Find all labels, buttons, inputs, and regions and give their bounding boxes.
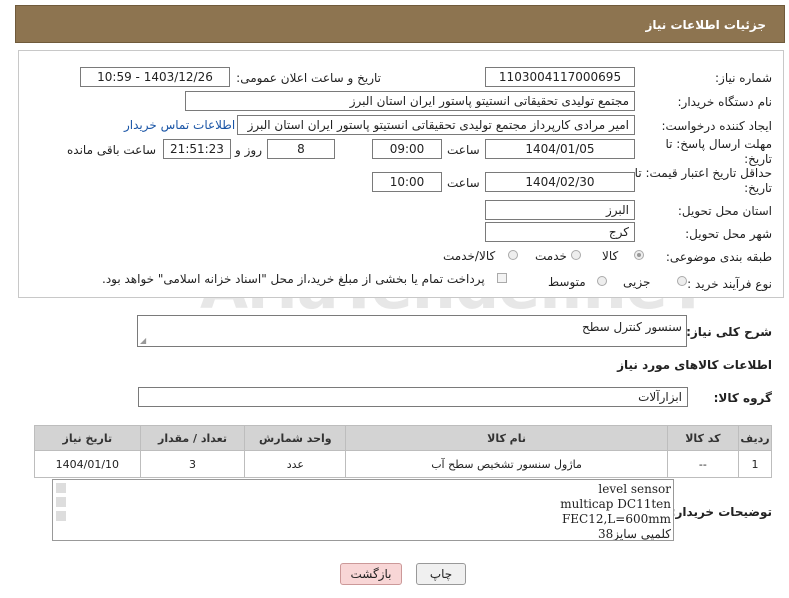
buyer-notes-line: FEC12,L=600mm xyxy=(561,512,671,526)
deadline-time-label: ساعت xyxy=(447,143,480,157)
buyer-notes-line: کلمپی سایز38 xyxy=(597,527,671,541)
resize-grip-icon[interactable]: ◢ xyxy=(140,336,146,345)
buyer-notes-label: توضیحات خریدار: xyxy=(670,505,772,519)
cell-need-date: 1404/01/10 xyxy=(34,450,141,478)
notes-scrollbar[interactable] xyxy=(54,483,68,525)
table-row: 1 -- ماژول سنسور تشخیص سطح آب عدد 3 1404… xyxy=(34,450,772,478)
deadline-date-field: 1404/01/05 xyxy=(485,139,635,159)
scroll-down-arrow-icon[interactable] xyxy=(56,511,66,521)
print-button[interactable]: چاپ xyxy=(416,563,466,585)
need-number-field: 1103004117000695 xyxy=(485,67,635,87)
province-label: استان محل تحویل: xyxy=(677,204,772,218)
cell-item-name: ماژول سنسور تشخیص سطح آب xyxy=(345,450,668,478)
deadline-time-field: 09:00 xyxy=(372,139,442,159)
cell-quantity: 3 xyxy=(139,450,246,478)
items-section-title: اطلاعات کالاهای مورد نیاز xyxy=(617,358,772,372)
cell-item-code: -- xyxy=(666,450,740,478)
description-text: سنسور کنترل سطح xyxy=(582,320,682,334)
validity-time-label: ساعت xyxy=(447,176,480,190)
category-radio-goods[interactable] xyxy=(634,250,644,260)
category-option-both: کالا/خدمت xyxy=(443,249,496,263)
col-need-date: تاریخ نیاز xyxy=(34,425,141,451)
city-label: شهر محل تحویل: xyxy=(685,227,772,241)
process-label: نوع فرآیند خرید : xyxy=(687,277,772,291)
description-textarea[interactable]: سنسور کنترل سطح ◢ xyxy=(137,315,687,347)
category-option-service: خدمت xyxy=(535,249,567,263)
col-item-name: نام کالا xyxy=(345,425,668,451)
scroll-up-arrow-icon[interactable] xyxy=(56,483,66,493)
category-radio-service[interactable] xyxy=(571,250,581,260)
process-radio-medium[interactable] xyxy=(597,276,607,286)
category-label: طبقه بندی موضوعی: xyxy=(665,250,772,264)
creator-field: امیر مرادی کارپرداز مجتمع تولیدی تحقیقات… xyxy=(237,115,635,135)
days-field: 8 xyxy=(267,139,335,159)
process-option-minor: جزیی xyxy=(623,275,651,289)
back-button[interactable]: بازگشت xyxy=(340,563,402,585)
col-quantity: تعداد / مقدار xyxy=(139,425,246,451)
days-label: روز و xyxy=(235,143,262,157)
contact-info-link[interactable]: اطلاعات تماس خریدار xyxy=(124,118,235,132)
col-unit: واحد شمارش xyxy=(244,425,347,451)
cell-row-number: 1 xyxy=(738,450,772,478)
goods-group-field: ابزارآلات xyxy=(138,387,688,407)
page-header: جزئیات اطلاعات نیاز xyxy=(15,5,785,43)
validity-label: حداقل تاریخ اعتبار قیمت: تا تاریخ: xyxy=(634,166,772,195)
treasury-payment-checkbox[interactable] xyxy=(497,273,507,283)
remaining-label: ساعت باقی مانده xyxy=(67,143,157,157)
province-field: البرز xyxy=(485,200,635,220)
cell-unit: عدد xyxy=(244,450,347,478)
deadline-label: مهلت ارسال پاسخ: تا تاریخ: xyxy=(665,137,772,166)
remaining-time-field: 21:51:23 xyxy=(163,139,231,159)
validity-date-field: 1404/02/30 xyxy=(485,172,635,192)
validity-time-field: 10:00 xyxy=(372,172,442,192)
col-item-code: کد کالا xyxy=(666,425,740,451)
creator-label: ایجاد کننده درخواست: xyxy=(661,119,772,133)
items-table-header: ردیف کد کالا نام کالا واحد شمارش تعداد /… xyxy=(34,425,772,451)
treasury-payment-note: پرداخت تمام یا بخشی از مبلغ خرید،از محل … xyxy=(102,272,485,286)
items-table: ردیف کد کالا نام کالا واحد شمارش تعداد /… xyxy=(34,425,772,478)
city-field: کرج xyxy=(485,222,635,242)
process-radio-minor[interactable] xyxy=(677,276,687,286)
buyer-field: مجتمع تولیدی تحقیقاتی انستیتو پاستور ایر… xyxy=(185,91,635,111)
need-number-label: شماره نیاز: xyxy=(715,71,772,85)
announce-label: تاریخ و ساعت اعلان عمومی: xyxy=(236,71,381,85)
process-option-medium: متوسط xyxy=(548,275,586,289)
buyer-notes-line: level sensor xyxy=(598,482,671,496)
announce-field: 1403/12/26 - 10:59 xyxy=(80,67,230,87)
buyer-notes-line: multicap DC11ten xyxy=(560,497,671,511)
buyer-notes-text: level sensor multicap DC11ten FEC12,L=60… xyxy=(560,482,671,541)
goods-group-label: گروه کالا: xyxy=(713,391,772,405)
buyer-label: نام دستگاه خریدار: xyxy=(677,95,773,109)
page-title: جزئیات اطلاعات نیاز xyxy=(645,18,766,32)
buyer-notes-box[interactable]: level sensor multicap DC11ten FEC12,L=60… xyxy=(52,479,674,541)
col-row-number: ردیف xyxy=(738,425,772,451)
category-radio-both[interactable] xyxy=(508,250,518,260)
category-option-goods: کالا xyxy=(602,249,619,263)
scroll-thumb[interactable] xyxy=(56,497,66,507)
description-label: شرح کلی نیاز: xyxy=(686,325,772,339)
